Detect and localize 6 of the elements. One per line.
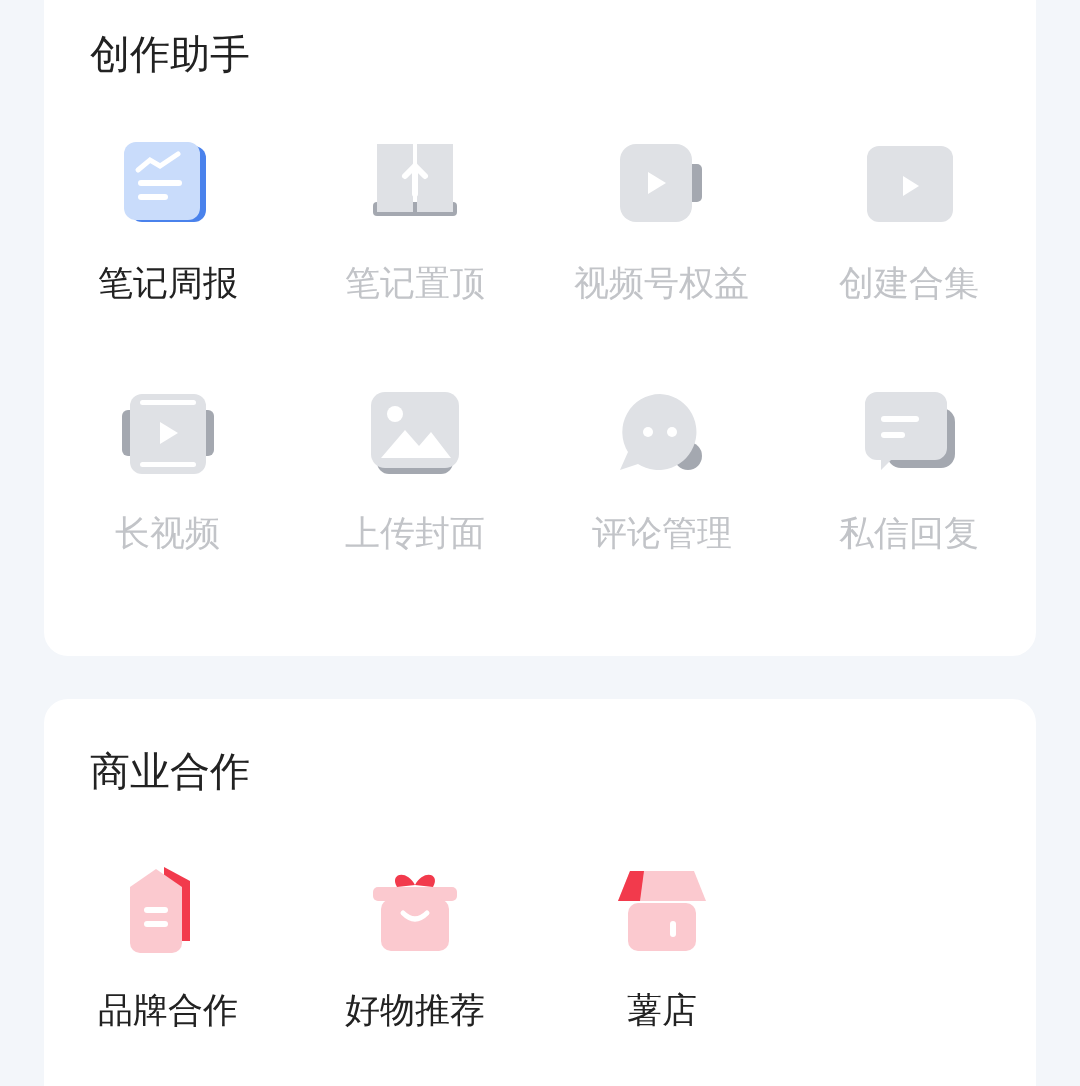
tool-label[interactable]: 好物推荐 <box>344 989 485 1031</box>
section-title: 商业合作 <box>90 747 251 795</box>
tool-label[interactable]: 品牌合作 <box>97 989 238 1031</box>
section-title: 创作助手 <box>90 30 251 78</box>
tool-label[interactable]: 笔记周报 <box>97 262 238 304</box>
tool-label[interactable]: 薯店 <box>626 989 697 1031</box>
